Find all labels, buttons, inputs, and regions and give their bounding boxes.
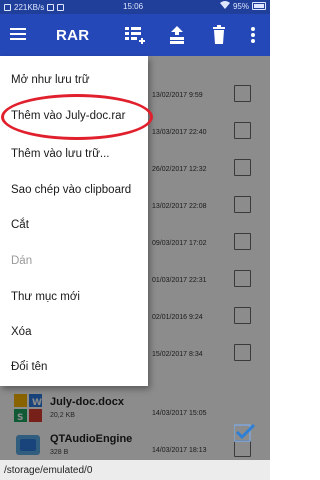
battery-icon (252, 2, 266, 10)
app-title: RAR (56, 27, 90, 44)
file-checkbox[interactable] (234, 122, 251, 139)
clock: 15:06 (123, 2, 144, 11)
word-document-icon: W S (14, 394, 42, 423)
checkbox-checked-icon[interactable] (233, 423, 256, 442)
file-checkbox[interactable] (234, 233, 251, 250)
file-checkbox[interactable] (234, 307, 251, 324)
menu-item-paste: Dán (11, 255, 33, 267)
file-row[interactable]: QTAudioEngine 328 B 14/03/2017 18:13 (0, 423, 270, 460)
file-date: 09/03/2017 17:02 (152, 240, 207, 247)
notification-icon (4, 3, 11, 11)
menu-item-open-as-archive[interactable]: Mở như lưu trữ (0, 62, 148, 98)
battery-percent: 95% (232, 1, 249, 11)
menu-item-rename[interactable]: Đổi tên (0, 349, 148, 385)
file-name: QTAudioEngine (50, 433, 133, 445)
file-checkbox[interactable] (234, 440, 251, 457)
menu-item-add-to-archive[interactable]: Thêm vào lưu trữ... (0, 136, 148, 172)
file-size: 328 B (50, 449, 69, 456)
app-toolbar: RAR (0, 14, 270, 56)
menu-item-copy-to-clipboard[interactable]: Sao chép vào clipboard (0, 172, 148, 208)
file-date: 02/01/2016 9:24 (152, 314, 203, 321)
trash-icon[interactable] (208, 24, 230, 46)
file-checkbox[interactable] (234, 196, 251, 213)
svg-text:W: W (32, 398, 42, 408)
app-file-icon (14, 431, 42, 459)
file-date: 14/03/2017 15:05 (152, 410, 207, 417)
status-bar: 221KB/s 15:06 95% (0, 0, 270, 14)
file-date: 13/03/2017 22:40 (152, 129, 207, 136)
file-size: 20,2 KB (50, 412, 75, 419)
highlight-annotation (1, 94, 153, 140)
add-files-icon[interactable] (124, 24, 146, 46)
file-checkbox[interactable] (234, 159, 251, 176)
more-vert-icon[interactable] (246, 24, 260, 46)
current-path: /storage/emulated/0 (4, 465, 93, 476)
hamburger-menu-icon[interactable] (10, 25, 28, 43)
file-checkbox[interactable] (234, 85, 251, 102)
file-date: 01/03/2017 22:31 (152, 277, 207, 284)
file-date: 15/02/2017 8:34 (152, 351, 203, 358)
file-row[interactable]: W S July-doc.docx 20,2 KB 14/03/2017 15:… (0, 386, 270, 423)
wifi-icon (219, 1, 230, 11)
app-notification-icon-2 (57, 3, 65, 11)
extract-upload-icon[interactable] (166, 24, 188, 46)
menu-item-delete[interactable]: Xóa (0, 314, 148, 350)
path-bar: /storage/emulated/0 (0, 460, 270, 480)
app-notification-icon (47, 3, 55, 11)
file-date: 14/03/2017 18:13 (152, 447, 207, 454)
file-date: 13/02/2017 9:59 (152, 92, 203, 99)
file-date: 26/02/2017 12:32 (152, 166, 207, 173)
file-name: July-doc.docx (50, 396, 124, 408)
svg-text:S: S (17, 413, 23, 422)
network-speed: 221KB/s (14, 2, 45, 12)
file-checkbox[interactable] (234, 270, 251, 287)
file-checkbox[interactable] (234, 344, 251, 361)
menu-item-new-folder[interactable]: Thư mục mới (0, 279, 148, 315)
file-date: 13/02/2017 22:08 (152, 203, 207, 210)
menu-item-cut[interactable]: Cắt (0, 207, 148, 243)
